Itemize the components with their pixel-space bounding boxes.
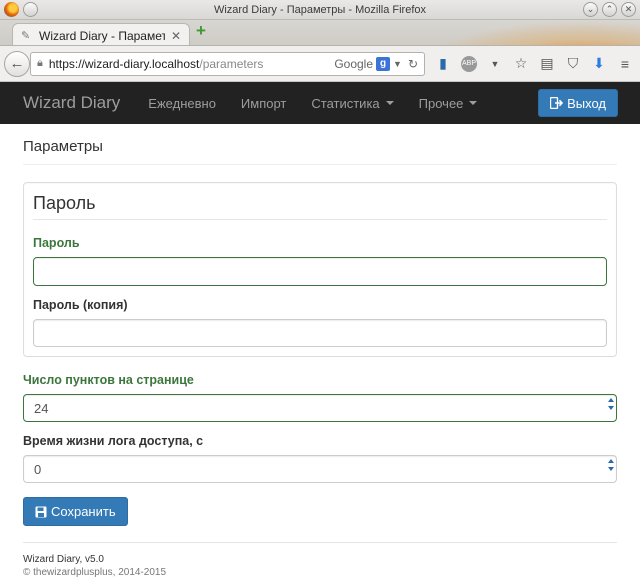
minimize-button[interactable]: ⌄ [583,2,598,17]
logout-icon [550,97,564,109]
access-log-lifetime-group: Время жизни лога доступа, с [23,434,617,483]
download-icon[interactable]: ⬇ [591,55,607,72]
password-copy-label: Пароль (копия) [33,298,128,312]
nav-item-statistics[interactable]: Статистика [311,95,394,111]
nav-item-label: Импорт [240,95,287,111]
access-log-lifetime-label: Время жизни лога доступа, с [23,434,204,448]
search-engine-label: Google [334,56,374,71]
main-content: Параметры Пароль Пароль Пароль (копия) Ч… [0,124,640,579]
password-group: Пароль [33,236,607,286]
reading-list-icon[interactable]: ▤ [539,55,555,72]
close-tab-icon[interactable]: ✕ [171,29,181,43]
browser-toolbar: ← 🔒︎ https://wizard-diary.localhost/para… [0,46,640,82]
nav-item-other[interactable]: Прочее [419,96,478,111]
google-icon: g [376,56,391,71]
save-label: Сохранить [51,504,116,519]
password-input[interactable] [33,257,607,286]
reload-icon[interactable]: ↻ [408,57,418,71]
nav-item-import[interactable]: Импорт [241,96,286,111]
adblock-icon[interactable]: ABP [461,55,477,72]
url-bar[interactable]: 🔒︎ https://wizard-diary.localhost/parame… [30,51,425,76]
items-per-page-group: Число пунктов на странице [23,373,617,422]
chevron-down-icon: ▼ [393,58,402,69]
menu-icon[interactable]: ≡ [617,56,633,72]
spin-up-icon[interactable] [608,459,614,463]
password-copy-input[interactable] [33,319,607,347]
bookmark-star-icon[interactable]: ☆ [513,55,529,72]
maximize-button[interactable]: ⌃ [602,2,617,17]
items-per-page-input[interactable] [23,394,617,422]
items-per-page-spinner[interactable] [608,398,614,410]
browser-tab[interactable]: ✎ Wizard Diary - Параметры ✕ [12,23,190,45]
firefox-logo-icon [4,2,19,17]
window-titlebar: Wizard Diary - Параметры - Mozilla Firef… [0,0,640,20]
footer-copyright: © thewizardplusplus, 2014-2015 [23,567,167,578]
floppy-disk-icon [35,506,47,517]
window-title: Wizard Diary - Параметры - Mozilla Firef… [213,4,427,16]
wand-icon: ✎ [21,29,31,42]
nav-item-label: Прочее [418,95,464,111]
footer-version: Wizard Diary, v5.0 [23,554,104,565]
window-menu-button[interactable] [23,2,38,17]
search-engine-selector[interactable]: Google g ▼ [334,56,402,71]
page-title: Параметры [23,124,617,165]
password-legend: Пароль [33,193,607,220]
back-button[interactable]: ← [4,50,30,77]
password-label: Пароль [33,236,80,250]
theme-decoration [410,20,640,45]
tab-title: Wizard Diary - Параметры [39,28,165,43]
url-text[interactable]: https://wizard-diary.localhost/parameter… [49,57,328,71]
spin-down-icon[interactable] [608,406,614,410]
caret-down-icon [469,101,478,105]
pocket-icon[interactable]: ⛉ [565,55,581,72]
logout-button[interactable]: Выход [538,89,618,117]
spin-down-icon[interactable] [608,467,614,471]
spin-up-icon[interactable] [608,398,614,402]
new-tab-icon[interactable]: + [196,22,210,39]
url-path: /parameters [199,56,264,71]
brand-link[interactable]: Wizard Diary [23,93,120,113]
password-copy-group: Пароль (копия) [33,298,607,347]
password-fieldset: Пароль Пароль Пароль (копия) [23,182,617,357]
tab-strip: ✎ Wizard Diary - Параметры ✕ + [0,20,640,46]
caret-down-icon [385,101,394,105]
page-footer: Wizard Diary, v5.0 © thewizardplusplus, … [23,542,617,579]
access-log-lifetime-input[interactable] [23,455,617,483]
nav-item-label: Статистика [311,95,380,111]
chevron-down-icon[interactable]: ▼ [487,59,503,69]
access-log-lifetime-spinner[interactable] [608,459,614,471]
lock-icon: 🔒︎ [37,57,43,69]
logout-label: Выход [567,95,606,111]
save-button[interactable]: Сохранить [23,497,128,526]
app-navbar: Wizard Diary Ежедневно Импорт Статистика… [0,82,640,124]
url-host: https://wizard-diary.localhost [48,56,200,71]
close-window-button[interactable]: ✕ [621,2,636,17]
items-per-page-label: Число пунктов на странице [23,373,194,387]
bookmark-book-icon[interactable]: ▮ [435,55,451,72]
nav-item-label: Ежедневно [148,95,216,111]
nav-item-daily[interactable]: Ежедневно [148,96,216,111]
